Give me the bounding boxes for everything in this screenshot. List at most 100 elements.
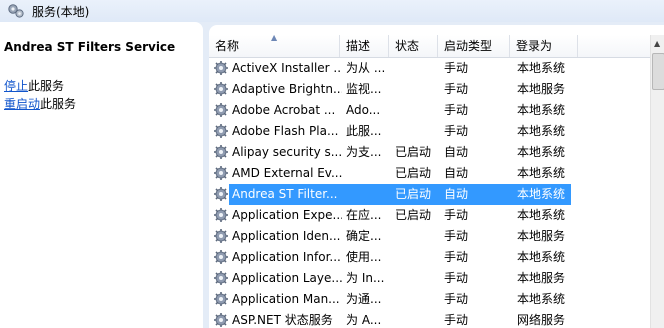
column-header-startup-type-label: 启动类型 (444, 39, 493, 53)
service-log-on-as: 本地系统 (517, 250, 566, 264)
service-name: Application Infor... (232, 250, 341, 264)
service-row[interactable]: AMD External Ev... 已启动 自动 本地系统 (209, 163, 664, 184)
service-gear-icon (214, 166, 228, 180)
service-row[interactable]: Andrea ST Filter... 已启动 自动 本地系统 (209, 184, 664, 205)
restart-service-action: 重启动此服务 (4, 95, 76, 112)
service-row[interactable]: Application Infor... 使用... 手动 本地系统 (209, 247, 664, 268)
column-header-name[interactable]: ▲ 名称 (209, 33, 340, 57)
service-row[interactable]: ASP.NET 状态服务为 A... 手动 网络服务 (209, 310, 664, 328)
scroll-up-arrow-icon[interactable]: ▲ (654, 39, 660, 48)
list-header: ▲ 名称 描述 状态 启动类型 登录为 (209, 33, 664, 58)
service-startup-type: 手动 (444, 229, 469, 243)
service-description: 为 In... (346, 271, 385, 285)
service-log-on-as: 网络服务 (517, 313, 566, 327)
service-gear-icon (214, 187, 228, 201)
service-row[interactable]: Adaptive Brightn... 监视... 手动 本地服务 (209, 79, 664, 100)
service-gear-icon (214, 82, 228, 96)
vertical-scrollbar[interactable]: ▲ (650, 35, 664, 328)
service-gear-icon (214, 271, 228, 285)
service-gear-icon (214, 292, 228, 306)
service-row[interactable]: Alipay security s... 为支... 已启动 自动 本地系统 (209, 142, 664, 163)
service-description: 为从 ... (346, 61, 386, 75)
restart-service-link[interactable]: 重启动 (4, 97, 40, 111)
service-name: Application Iden... (232, 229, 341, 243)
service-row[interactable]: Application Expe... 在应... 已启动 手动 本地系统 (209, 205, 664, 226)
stop-service-link[interactable]: 停止 (4, 79, 28, 93)
column-header-status[interactable]: 状态 (389, 35, 438, 57)
service-name: ActiveX Installer ... (232, 61, 342, 75)
service-row[interactable]: ActiveX Installer ... 为从 ... 手动 本地系统 (209, 58, 664, 79)
column-header-log-on-as-label: 登录为 (516, 39, 553, 53)
service-startup-type: 手动 (444, 271, 469, 285)
service-description: 为 A... (346, 313, 382, 327)
service-row[interactable]: Adobe Acrobat ... Ado... 手动 本地系统 (209, 100, 664, 121)
service-description: 为支... (346, 145, 382, 159)
service-startup-type: 手动 (444, 292, 469, 306)
service-status (395, 310, 439, 328)
service-name: Adobe Flash Pla... (232, 124, 339, 138)
service-status: 已启动 (395, 145, 432, 159)
column-header-startup-type[interactable]: 启动类型 (438, 35, 510, 57)
service-log-on-as: 本地系统 (517, 166, 566, 180)
service-name: Application Man... (232, 292, 340, 306)
service-gear-icon (214, 313, 228, 327)
service-gear-icon (214, 124, 228, 138)
service-status (395, 79, 439, 100)
service-status (395, 121, 439, 142)
service-log-on-as: 本地系统 (517, 61, 566, 75)
scrollbar-thumb[interactable] (652, 53, 664, 90)
service-name: Application Laye... (232, 271, 342, 285)
service-name: Application Expe... (232, 208, 342, 222)
service-log-on-as: 本地系统 (517, 145, 566, 159)
service-status (395, 226, 439, 247)
service-description (346, 163, 390, 184)
service-description: 在应... (346, 208, 382, 222)
service-description: Ado... (346, 103, 381, 117)
service-status: 已启动 (395, 208, 432, 222)
service-name: ASP.NET 状态服务 (232, 313, 333, 327)
service-description: 为通... (346, 292, 382, 306)
service-row[interactable]: Application Iden... 确定... 手动 本地服务 (209, 226, 664, 247)
service-status: 已启动 (395, 187, 432, 201)
column-header-status-label: 状态 (395, 39, 420, 53)
service-startup-type: 手动 (444, 208, 469, 222)
service-log-on-as: 本地系统 (517, 103, 566, 117)
service-name: AMD External Ev... (232, 166, 342, 180)
stop-service-suffix: 此服务 (28, 79, 65, 93)
service-gear-icon (214, 229, 228, 243)
service-description (346, 184, 390, 205)
service-name: Adobe Acrobat ... (232, 103, 336, 117)
service-gear-icon (214, 250, 228, 264)
service-log-on-as: 本地系统 (517, 208, 566, 222)
service-startup-type: 自动 (444, 166, 469, 180)
services-list-pane: ▲ 名称 描述 状态 启动类型 登录为 ActiveX Installer ..… (209, 25, 664, 328)
column-header-description[interactable]: 描述 (340, 35, 389, 57)
service-startup-type: 自动 (444, 145, 469, 159)
stop-service-action: 停止此服务 (4, 77, 64, 94)
service-status (395, 247, 439, 268)
service-status (395, 100, 439, 121)
services-list: ActiveX Installer ... 为从 ... 手动 本地系统 Adaptiv… (209, 58, 664, 328)
service-log-on-as: 本地系统 (517, 187, 566, 201)
service-startup-type: 手动 (444, 82, 469, 96)
column-header-log-on-as[interactable]: 登录为 (510, 35, 578, 57)
service-startup-type: 手动 (444, 103, 469, 117)
service-name: Adaptive Brightn... (232, 82, 342, 96)
service-gear-icon (214, 208, 228, 222)
column-header-name-label: 名称 (215, 39, 240, 53)
service-row[interactable]: Adobe Flash Pla... 此服... 手动 本地系统 (209, 121, 664, 142)
service-row[interactable]: Application Man... 为通... 手动 本地系统 (209, 289, 664, 310)
snapin-title: 服务(本地) (32, 5, 90, 19)
service-log-on-as: 本地系统 (517, 292, 566, 306)
service-log-on-as: 本地服务 (517, 271, 566, 285)
service-description: 使用... (346, 250, 382, 264)
service-description: 此服... (346, 124, 382, 138)
service-startup-type: 手动 (444, 124, 469, 138)
service-row[interactable]: Application Laye... 为 In... 手动 本地服务 (209, 268, 664, 289)
service-description: 监视... (346, 82, 382, 96)
service-gear-icon (214, 103, 228, 117)
service-startup-type: 自动 (444, 187, 469, 201)
service-log-on-as: 本地系统 (517, 124, 566, 138)
service-status (395, 58, 439, 79)
service-status (395, 268, 439, 289)
